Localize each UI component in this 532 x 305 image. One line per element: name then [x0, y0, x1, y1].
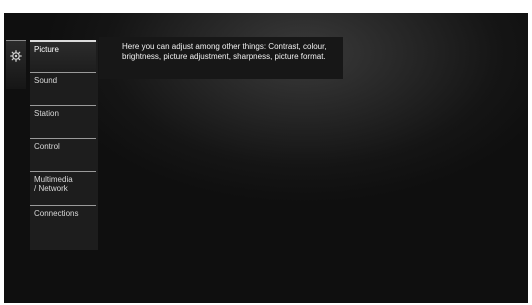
menu-item-station[interactable]: Station	[30, 105, 96, 118]
info-line-2: brightness, picture adjustment, sharpnes…	[122, 52, 326, 61]
menu-item-label: Picture	[34, 45, 59, 54]
settings-menu: Picture Sound Station Control Multimedia…	[30, 40, 98, 250]
menu-item-multimedia-network[interactable]: Multimedia / Network	[30, 171, 96, 193]
tv-screen: Picture Sound Station Control Multimedia…	[4, 13, 528, 303]
menu-item-label-line2: / Network	[34, 184, 68, 193]
info-description: Here you can adjust among other things: …	[122, 42, 372, 62]
gear-icon	[10, 50, 22, 62]
menu-item-label: Sound	[34, 76, 58, 85]
menu-item-control[interactable]: Control	[30, 138, 96, 151]
menu-item-label: Station	[34, 109, 59, 118]
settings-tab[interactable]	[6, 40, 26, 89]
menu-item-picture[interactable]: Picture	[30, 40, 96, 73]
info-panel: Here you can adjust among other things: …	[99, 37, 343, 79]
menu-item-label: Control	[34, 142, 60, 151]
menu-item-connections[interactable]: Connections	[30, 205, 96, 218]
menu-item-sound[interactable]: Sound	[30, 72, 96, 85]
info-line-1: Here you can adjust among other things: …	[122, 42, 327, 51]
menu-item-label: Connections	[34, 209, 79, 218]
menu-item-label-line1: Multimedia	[34, 175, 73, 184]
